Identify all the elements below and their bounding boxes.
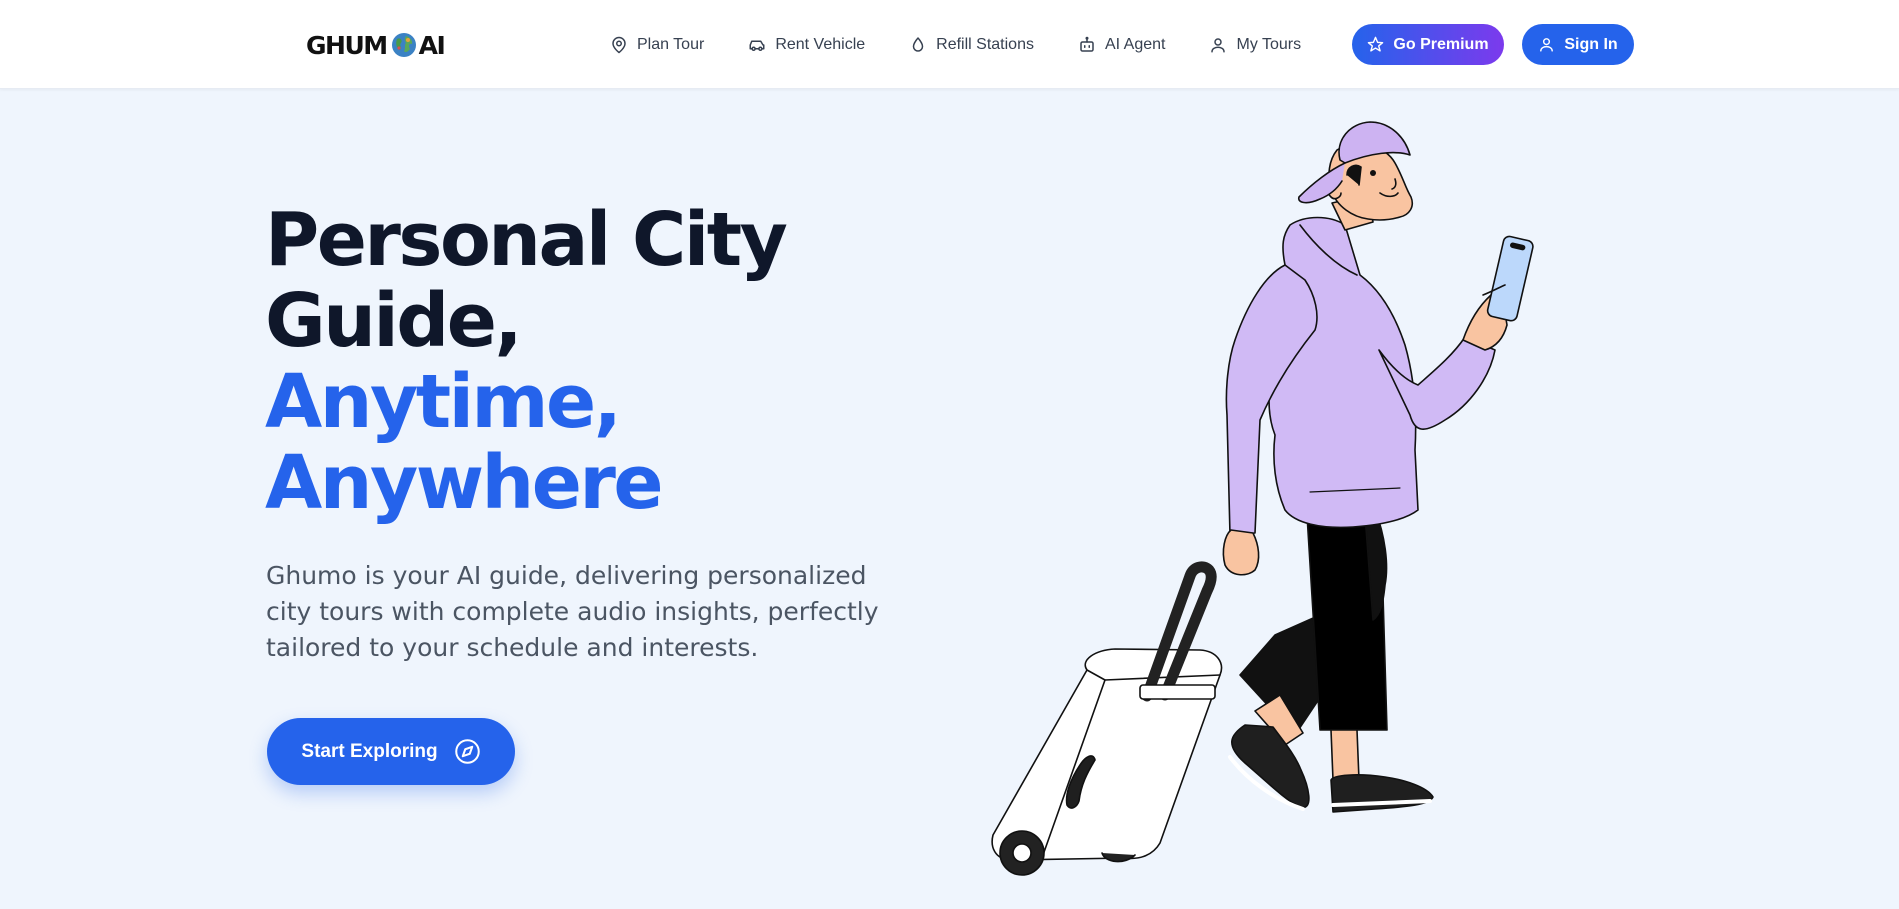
- start-exploring-button[interactable]: Start Exploring: [267, 718, 515, 785]
- navbar: GHUM AI Plan Tour Rent Vehicle Refill St…: [0, 0, 1899, 89]
- nav-item-ai-agent[interactable]: AI Agent: [1078, 36, 1166, 54]
- user-icon: [1540, 38, 1554, 52]
- sign-in-label: Sign In: [1564, 35, 1618, 53]
- nav-item-rent-vehicle[interactable]: Rent Vehicle: [748, 36, 865, 54]
- nav-label: My Tours: [1236, 36, 1302, 53]
- go-premium-label: Go Premium: [1393, 35, 1489, 53]
- nav-item-refill-stations[interactable]: Refill Stations: [909, 36, 1034, 54]
- nav-links: Plan Tour Rent Vehicle Refill Stations A…: [610, 30, 1345, 60]
- traveler-illustration: [991, 121, 1534, 876]
- hero-title-line-3: Anytime,: [265, 359, 622, 445]
- logo-text-right: AI: [418, 30, 446, 60]
- logo[interactable]: GHUM AI: [306, 29, 446, 61]
- compass-icon: [454, 739, 480, 764]
- globe-icon: [391, 33, 416, 57]
- droplet-icon: [912, 37, 924, 52]
- start-exploring-label: Start Exploring: [301, 740, 438, 762]
- go-premium-button[interactable]: Go Premium: [1352, 24, 1504, 65]
- robot-icon: [1080, 36, 1094, 52]
- nav-label: Rent Vehicle: [775, 36, 866, 53]
- sign-in-button[interactable]: Sign In: [1522, 24, 1634, 65]
- hero-title-line-2: Guide,: [265, 278, 523, 364]
- hero-title-line-4: Anywhere: [265, 440, 664, 526]
- nav-label: Refill Stations: [936, 36, 1034, 53]
- nav-item-plan-tour[interactable]: Plan Tour: [610, 36, 704, 54]
- hero-subtitle: Ghumo is your AI guide, delivering perso…: [266, 561, 879, 662]
- car-icon: [749, 40, 765, 51]
- hero-title: Personal City Guide, Anytime, Anywhere: [265, 197, 788, 526]
- nav-label: AI Agent: [1104, 36, 1166, 53]
- map-pin-icon: [612, 36, 626, 54]
- nav-item-my-tours[interactable]: My Tours: [1209, 36, 1301, 54]
- hero-title-line-1: Personal City: [265, 197, 788, 283]
- user-icon: [1211, 38, 1226, 53]
- nav-label: Plan Tour: [637, 36, 705, 53]
- star-icon: [1368, 36, 1384, 52]
- logo-text-left: GHUM: [306, 30, 388, 60]
